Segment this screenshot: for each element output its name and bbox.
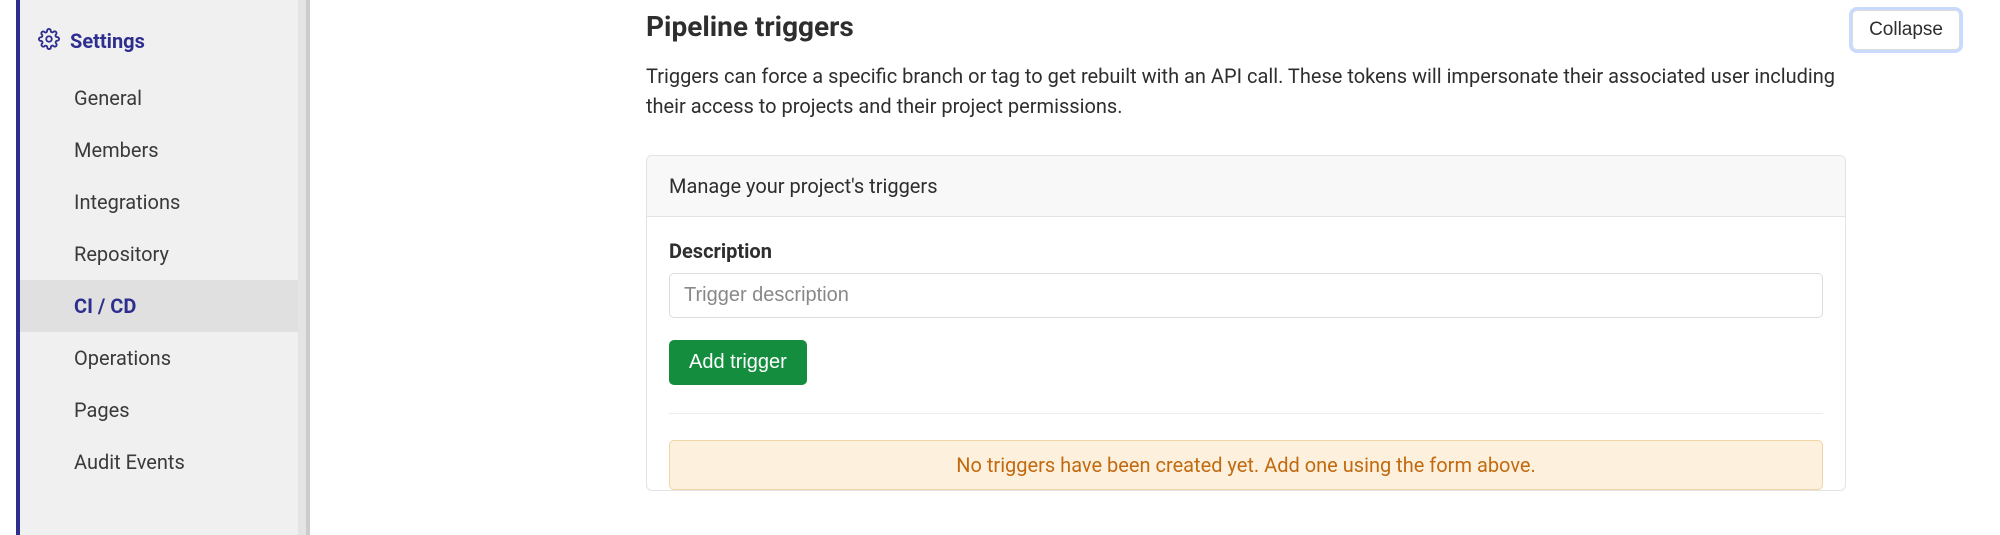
divider: [669, 413, 1823, 414]
collapse-button[interactable]: Collapse: [1852, 10, 1960, 50]
sidebar-item-members[interactable]: Members: [20, 124, 298, 176]
sidebar-item-repository[interactable]: Repository: [20, 228, 298, 280]
sidebar-spacer: [0, 0, 16, 535]
panel-header: Manage your project's triggers: [647, 156, 1845, 217]
sidebar-item-pages[interactable]: Pages: [20, 384, 298, 436]
section-title: Pipeline triggers: [646, 10, 1846, 43]
sidebar: Settings General Members Integrations Re…: [16, 0, 306, 535]
sidebar-header[interactable]: Settings: [20, 18, 298, 72]
panel-body: Description Add trigger No triggers have…: [647, 217, 1845, 490]
gear-icon: [38, 28, 60, 54]
sidebar-item-label: CI / CD: [74, 294, 136, 318]
sidebar-item-label: Operations: [74, 346, 171, 370]
triggers-panel: Manage your project's triggers Descripti…: [646, 155, 1846, 491]
description-input[interactable]: [669, 273, 1823, 318]
sidebar-item-audit-events[interactable]: Audit Events: [20, 436, 298, 488]
sidebar-item-general[interactable]: General: [20, 72, 298, 124]
sidebar-item-label: Repository: [74, 242, 169, 266]
description-label: Description: [669, 239, 1823, 263]
sidebar-item-label: General: [74, 86, 142, 110]
sidebar-item-operations[interactable]: Operations: [20, 332, 298, 384]
sidebar-item-ci-cd[interactable]: CI / CD: [20, 280, 298, 332]
section-header: Pipeline triggers Triggers can force a s…: [646, 10, 1960, 155]
add-trigger-button[interactable]: Add trigger: [669, 340, 807, 385]
section-description: Triggers can force a specific branch or …: [646, 61, 1846, 121]
sidebar-item-label: Audit Events: [74, 450, 185, 474]
empty-state-alert: No triggers have been created yet. Add o…: [669, 440, 1823, 490]
sidebar-item-integrations[interactable]: Integrations: [20, 176, 298, 228]
main-content: Pipeline triggers Triggers can force a s…: [306, 0, 2000, 535]
sidebar-item-label: Members: [74, 138, 159, 162]
sidebar-item-label: Integrations: [74, 190, 180, 214]
sidebar-header-label: Settings: [70, 29, 145, 53]
sidebar-item-label: Pages: [74, 398, 130, 422]
